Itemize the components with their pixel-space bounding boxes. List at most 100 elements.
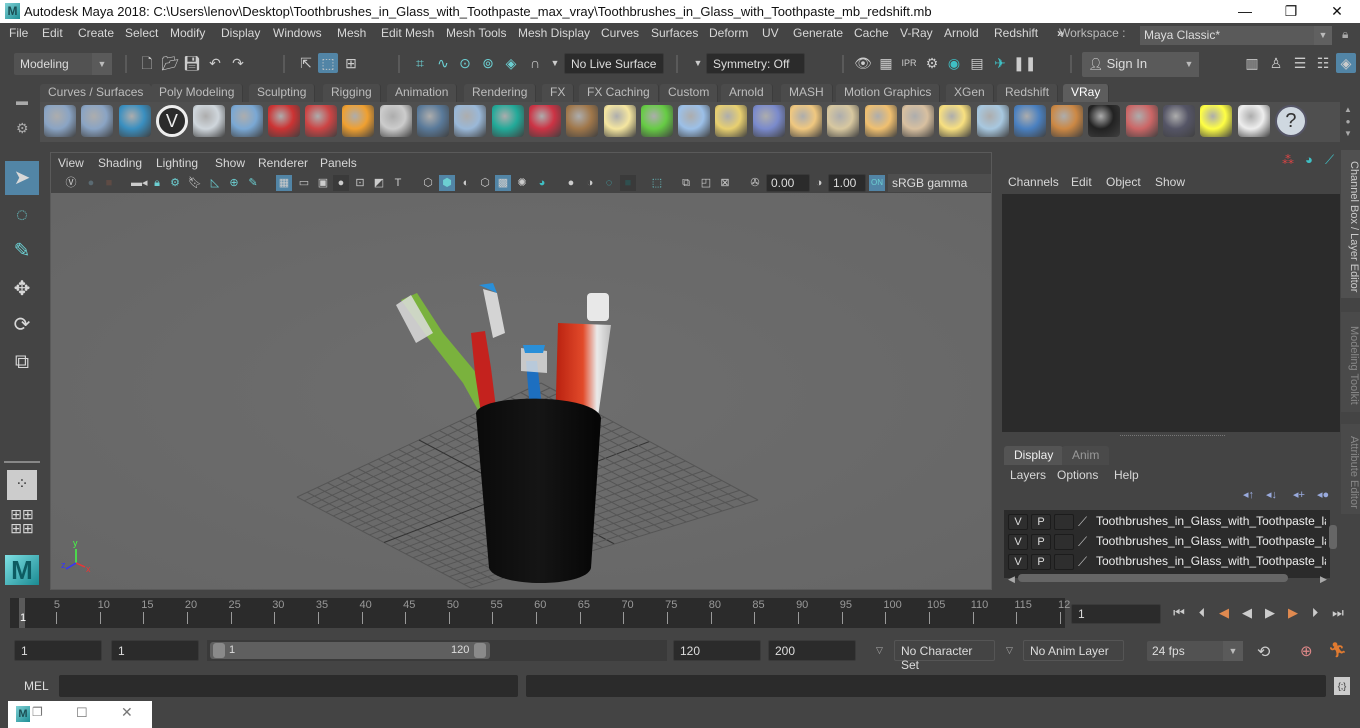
layer-playback-toggle[interactable]: P (1031, 554, 1051, 570)
menu-edit[interactable]: Edit (42, 26, 63, 40)
safe-action-icon[interactable]: ◩ (371, 175, 387, 191)
vray-render-log-icon[interactable] (193, 105, 226, 137)
ipr-render-icon[interactable]: IPR (899, 53, 919, 73)
textured-icon[interactable]: ▩ (495, 175, 511, 191)
vray-spot-light-icon[interactable] (827, 105, 860, 137)
depth-of-field-icon[interactable]: ■ (620, 175, 636, 191)
layer-visibility-toggle[interactable]: V (1008, 554, 1028, 570)
snap-grid-icon[interactable]: ⌗ (410, 53, 430, 73)
loop-icon[interactable]: ⟲ (1257, 642, 1270, 662)
default-material-icon[interactable]: ◐ (458, 175, 474, 191)
cb-menu-edit[interactable]: Edit (1071, 175, 1092, 189)
vray-logo-icon[interactable]: V (155, 105, 188, 137)
go-to-start-icon[interactable]: ⏮ (1170, 604, 1188, 622)
vray-render-settings-icon[interactable] (1163, 105, 1195, 137)
play-backwards-icon[interactable]: ◀ (1238, 604, 1256, 622)
menu-mesh-tools[interactable]: Mesh Tools (446, 26, 506, 40)
hypershade-icon[interactable]: ◉ (944, 53, 964, 73)
step-forward-key-icon[interactable]: ▶ (1284, 604, 1302, 622)
tab-modeling-toolkit[interactable]: Modeling Toolkit (1341, 312, 1360, 412)
motion-blur-icon[interactable]: ◑ (582, 175, 598, 191)
vray-settings-list-icon[interactable] (118, 105, 151, 137)
close-icon[interactable]: ✕ (121, 704, 133, 721)
shelf-tab-vray[interactable]: VRay (1063, 84, 1110, 102)
redo-icon[interactable]: ↷ (228, 53, 248, 73)
script-editor-icon[interactable]: {;} (1334, 677, 1350, 695)
menu-deform[interactable]: Deform (709, 26, 748, 40)
render-setup-icon[interactable]: ▤ (967, 53, 987, 73)
restore-icon[interactable]: ❐ (32, 705, 43, 719)
anim-layer-menu-icon[interactable]: ▽ (1006, 645, 1013, 656)
attribute-editor-icon[interactable]: ☰ (1290, 53, 1310, 73)
go-to-end-icon[interactable]: ⏭ (1329, 604, 1347, 622)
tab-channel-box-layer-editor[interactable]: Channel Box / Layer Editor (1341, 150, 1360, 298)
vp-menu-shading[interactable]: Shading (98, 156, 142, 170)
current-frame-field[interactable]: 1 (1071, 604, 1161, 624)
vray-export-icon[interactable] (44, 105, 76, 137)
scroll-right-icon[interactable]: ▶ (1320, 574, 1327, 585)
layer-row[interactable]: V P ⟋ Toothbrushes_in_Glass_with_Toothpa… (1004, 552, 1330, 572)
menu-vray[interactable]: V-Ray (900, 26, 933, 40)
layer-display-type-toggle[interactable] (1054, 534, 1074, 550)
snap-point-icon[interactable]: ⊙ (455, 53, 475, 73)
chevron-down-icon[interactable]: ▼ (688, 53, 708, 73)
image-plane-icon[interactable]: ◺ (207, 175, 223, 191)
shelf-tab-poly-modeling[interactable]: Poly Modeling (151, 84, 244, 102)
shelf-collapse-icon[interactable]: ▬ (16, 94, 28, 108)
undo-icon[interactable]: ↶ (205, 53, 225, 73)
paint-select-icon[interactable]: ✎ (5, 234, 39, 268)
isolate-select-icon[interactable]: ⬚ (649, 175, 665, 191)
menu-modify[interactable]: Modify (170, 26, 205, 40)
bookmark-icon[interactable]: 🔖︎ (187, 175, 203, 191)
select-tool-icon[interactable]: ➤ (5, 161, 39, 195)
render-settings-icon[interactable]: ⚙︎ (922, 53, 942, 73)
snap-project-icon[interactable]: ∩ (525, 53, 545, 73)
restore-button[interactable]: ❐ (1268, 0, 1314, 23)
lasso-select-icon[interactable]: ◌ (5, 198, 39, 232)
gamma-icon[interactable]: ◑ (811, 175, 827, 191)
le-menu-options[interactable]: Options (1057, 468, 1098, 482)
channel-list[interactable] (1002, 194, 1340, 432)
mel-command-input[interactable] (59, 675, 518, 697)
vray-light-box-icon[interactable] (417, 105, 449, 137)
render-view-icon[interactable]: 👁︎ (853, 53, 873, 73)
vray-displacement-icon[interactable] (528, 105, 561, 137)
move-layer-down-icon[interactable]: ◂↓ (1266, 488, 1277, 501)
live-surface-field[interactable]: No Live Surface (564, 53, 664, 74)
cb-menu-channels[interactable]: Channels (1008, 175, 1059, 189)
vray-sun-icon[interactable] (939, 105, 972, 137)
vray-dome-light-icon[interactable] (603, 105, 636, 137)
new-layer-selected-icon[interactable]: ◂● (1317, 488, 1329, 501)
vray-import-icon[interactable] (81, 105, 114, 137)
anti-aliasing-icon[interactable]: ◌ (601, 175, 617, 191)
vray-multi-material-icon[interactable] (1051, 105, 1084, 137)
shadows-icon[interactable]: ◕ (534, 175, 550, 191)
layer-display-type-toggle[interactable] (1054, 514, 1074, 530)
move-tool-icon[interactable]: ✥ (5, 272, 39, 306)
splitter-handle[interactable] (1120, 435, 1225, 437)
layer-display-type-toggle[interactable] (1054, 554, 1074, 570)
maximize-icon[interactable]: ☐ (76, 705, 88, 721)
step-back-frame-icon[interactable]: ⏴ (1193, 604, 1211, 622)
menu-mesh-display[interactable]: Mesh Display (518, 26, 590, 40)
exposure-icon[interactable]: ✇ (747, 175, 763, 191)
single-perspective-layout-icon[interactable]: ⁘ (7, 470, 37, 500)
le-menu-help[interactable]: Help (1114, 468, 1139, 482)
vray-frame-buffer-icon[interactable] (1125, 105, 1158, 137)
layer-row[interactable]: V P ⟋ Toothbrushes_in_Glass_with_Toothpa… (1004, 512, 1330, 532)
vp-menu-view[interactable]: View (58, 156, 84, 170)
step-back-key-icon[interactable]: ◀ (1215, 604, 1233, 622)
field-chart-icon[interactable]: ⊡ (352, 175, 368, 191)
range-slider[interactable]: 1 120 (210, 642, 490, 659)
menu-mesh[interactable]: Mesh (337, 26, 366, 40)
lock-icon[interactable]: 🔒︎ (1342, 27, 1354, 43)
vray-ies-light-icon[interactable] (901, 105, 934, 137)
move-layer-up-icon[interactable]: ◂↑ (1243, 488, 1254, 501)
exposure-field[interactable]: 0.00 (766, 174, 810, 192)
shelf-tab-custom[interactable]: Custom (660, 84, 719, 102)
vray-plane-icon[interactable] (976, 105, 1009, 137)
end-time-field[interactable]: 200 (768, 640, 856, 661)
tool-settings-icon[interactable]: ☷ (1313, 53, 1333, 73)
menu-surfaces[interactable]: Surfaces (651, 26, 698, 40)
shelf-tab-fx[interactable]: FX (542, 84, 575, 102)
